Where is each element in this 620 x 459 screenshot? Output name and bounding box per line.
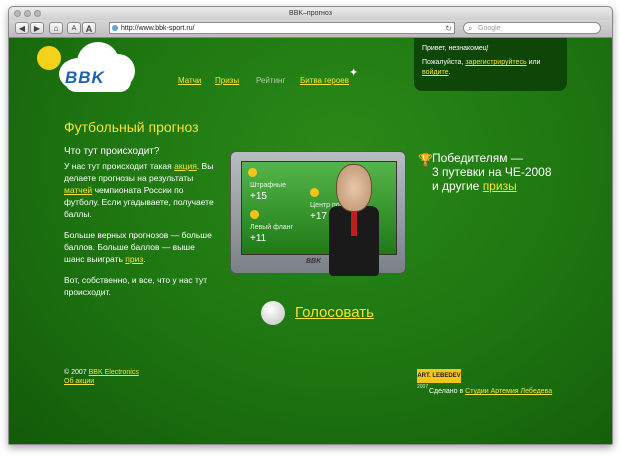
matches-link[interactable]: матчей <box>64 185 92 195</box>
trophy-icon: 🏆 <box>418 153 433 167</box>
page-title: Футбольный прогноз <box>64 119 199 135</box>
back-icon: ◀ <box>18 24 26 33</box>
studio-link[interactable]: Студии Артемия Лебедева <box>465 388 552 395</box>
zoom-window-button[interactable] <box>34 10 41 17</box>
intro-section: Что тут происходит? У нас тут происходит… <box>64 146 214 307</box>
title-bar: BBK–прогноз <box>9 7 612 20</box>
login-prompt: Пожалуйста, зарегистрируйтесь или войдит… <box>422 59 541 76</box>
minimize-window-button[interactable] <box>24 10 31 17</box>
tv-label-free-kicks: Штрафные <box>250 182 286 189</box>
browser-window: BBK–прогноз ◀ ▶ ⌂ A A http://www.bbk-spo… <box>8 6 613 445</box>
company-link[interactable]: BBK Electronics <box>89 369 139 376</box>
search-icon: ⌕ <box>468 24 473 33</box>
back-button[interactable]: ◀ <box>15 22 29 34</box>
nav-item-prizes[interactable]: Призы <box>215 76 239 85</box>
tv-value-free-kicks: +15 <box>250 191 267 202</box>
weather-sun-icon <box>250 210 259 219</box>
login-link[interactable]: войдите <box>422 69 448 76</box>
studio-year: 2007 <box>417 384 429 390</box>
intro-paragraph-3: Вот, собственно, и все, что у нас тут пр… <box>64 275 208 297</box>
tv-illustration: Штрафные +15 Центр поля +17 Левый фланг … <box>230 151 406 274</box>
search-placeholder: Google <box>478 25 501 32</box>
forward-button[interactable]: ▶ <box>30 22 44 34</box>
tv-label-left-flank: Левый фланг <box>250 224 294 231</box>
forward-icon: ▶ <box>33 24 41 33</box>
intro-heading: Что тут происходит? <box>64 146 160 157</box>
tv-brand: BBK <box>306 258 322 265</box>
register-link[interactable]: зарегистрируйтесь <box>465 59 526 66</box>
close-window-button[interactable] <box>14 10 21 17</box>
login-panel: Привет, незнакомец! Пожалуйста, зарегист… <box>414 38 567 91</box>
promo-link[interactable]: акция <box>174 161 197 171</box>
nav-item-rating: Рейтинг <box>256 76 286 85</box>
home-button[interactable]: ⌂ <box>49 22 63 34</box>
home-icon: ⌂ <box>53 24 59 33</box>
football-icon[interactable] <box>261 301 285 325</box>
page-content: BBK Матчи Призы Рейтинг Битва героев ✦ П… <box>9 38 612 444</box>
address-bar[interactable]: http://www.bbk-sport.ru/ ↻ <box>109 22 455 34</box>
prize-link[interactable]: приз <box>125 254 143 264</box>
presenter-tie <box>351 208 357 236</box>
vote-link[interactable]: Голосовать <box>295 304 374 321</box>
weather-sun-icon <box>310 188 319 197</box>
winners-promo: Победителям — 3 путевки на ЧЕ-2008 и дру… <box>432 151 552 193</box>
tv-value-midfield: +17 <box>310 211 327 222</box>
weather-sun-icon <box>248 168 257 177</box>
intro-paragraph-2: Больше верных прогнозов — больше баллов.… <box>64 230 212 264</box>
browser-toolbar: ◀ ▶ ⌂ A A http://www.bbk-sport.ru/ ↻ ⌕ G… <box>9 20 612 38</box>
bbk-logo[interactable]: BBK <box>65 68 105 88</box>
footer-left: © 2007 BBK Electronics Об акции <box>64 369 139 385</box>
text-bigger-button[interactable]: A <box>82 22 96 34</box>
tv-value-left-flank: +11 <box>250 233 267 244</box>
window-title: BBK–прогноз <box>289 10 332 17</box>
presenter-head <box>336 164 372 212</box>
prizes-link[interactable]: призы <box>483 179 517 193</box>
sparkle-icon: ✦ <box>349 67 359 79</box>
window-controls <box>14 10 41 17</box>
made-by: Сделано в Студии Артемия Лебедева <box>429 388 553 395</box>
studio-logo[interactable]: ART. LEBEDEV <box>417 369 461 383</box>
nav-item-matches[interactable]: Матчи <box>178 76 201 85</box>
intro-paragraph-1: У нас тут происходит такая акция. Вы дел… <box>64 161 214 219</box>
favicon-icon <box>112 25 118 31</box>
text-smaller-button[interactable]: A <box>67 22 81 34</box>
url-text: http://www.bbk-sport.ru/ <box>121 25 195 32</box>
greeting-text: Привет, незнакомец! <box>422 45 489 52</box>
reload-icon[interactable]: ↻ <box>445 23 452 34</box>
search-field[interactable]: ⌕ Google <box>463 22 601 34</box>
about-promo-link[interactable]: Об акции <box>64 378 94 385</box>
nav-item-heroes[interactable]: Битва героев <box>300 76 349 85</box>
